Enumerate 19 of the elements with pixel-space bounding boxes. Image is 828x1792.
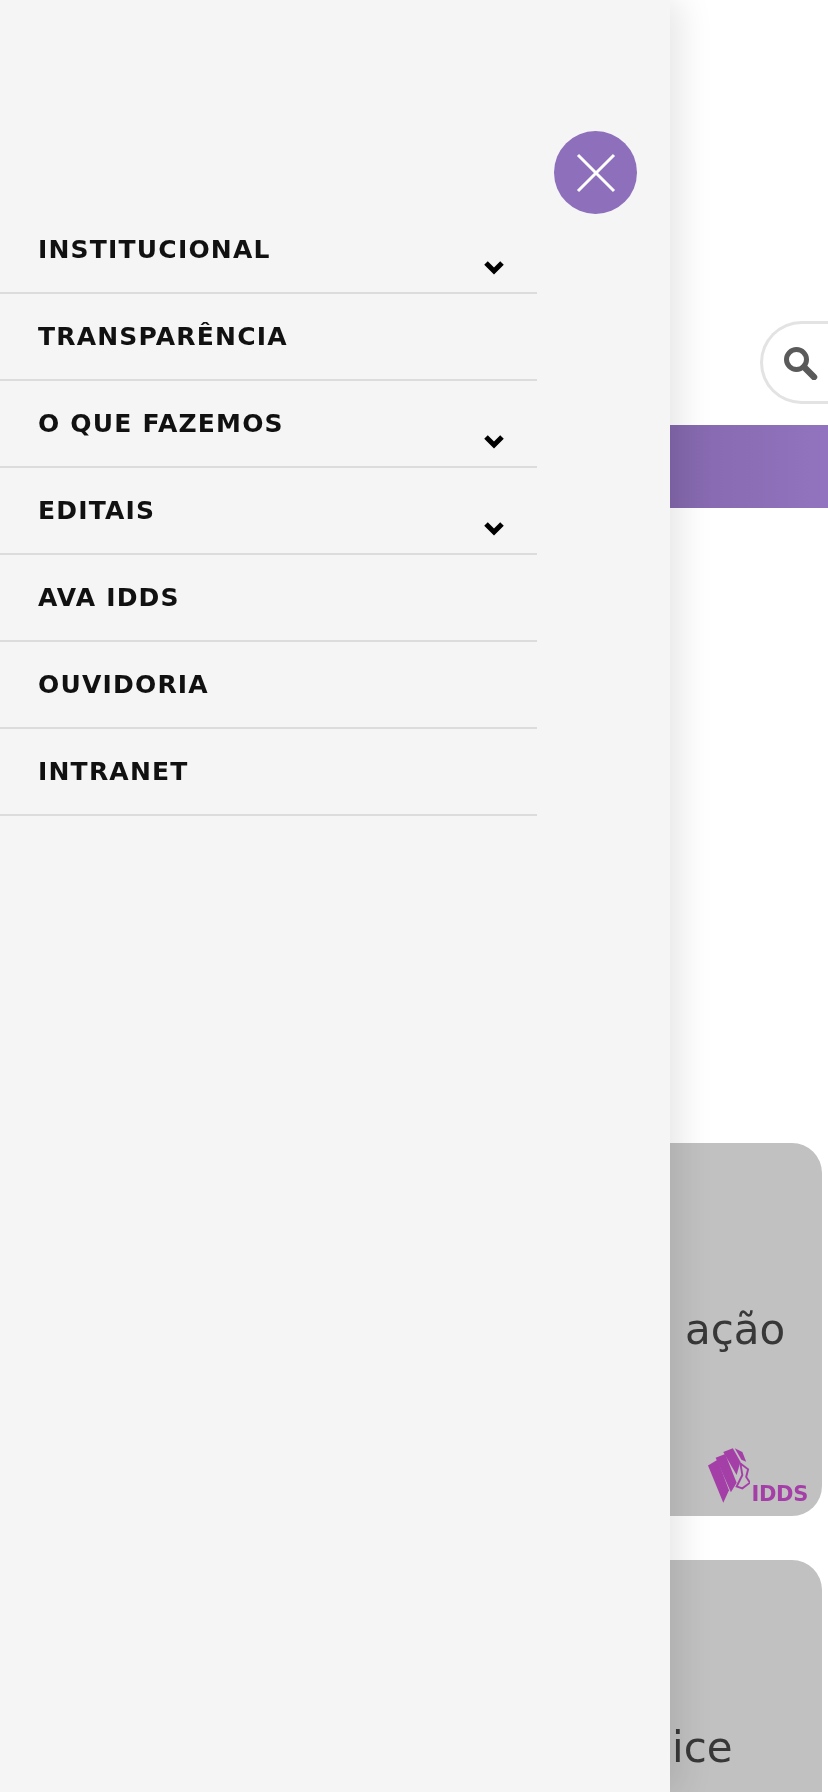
banner-text: ice <box>672 1723 734 1773</box>
chevron-down-icon[interactable] <box>483 521 505 536</box>
logo-icon <box>708 1447 751 1504</box>
banner-card[interactable]: ice <box>670 1560 822 1792</box>
menu-item[interactable]: O QUE FAZEMOS <box>0 381 537 468</box>
menu-item[interactable]: AVA IDDS <box>0 555 537 642</box>
banner-card[interactable]: ação IDDS <box>670 1143 822 1516</box>
menu-item[interactable]: INTRANET <box>0 729 537 816</box>
menu-item[interactable]: INSTITUCIONAL <box>0 207 537 294</box>
close-icon <box>575 152 616 193</box>
menu-item[interactable]: OUVIDORIA <box>0 642 537 729</box>
search-button[interactable] <box>760 321 828 404</box>
chevron-down-icon[interactable] <box>483 260 505 275</box>
search-icon <box>783 345 818 380</box>
logo-text: IDDS <box>751 1484 808 1504</box>
menu-item[interactable]: EDITAIS <box>0 468 537 555</box>
chevron-down-icon[interactable] <box>483 434 505 449</box>
menu-item[interactable]: TRANSPARÊNCIA <box>0 294 537 381</box>
banner-text: ação <box>685 1305 787 1355</box>
